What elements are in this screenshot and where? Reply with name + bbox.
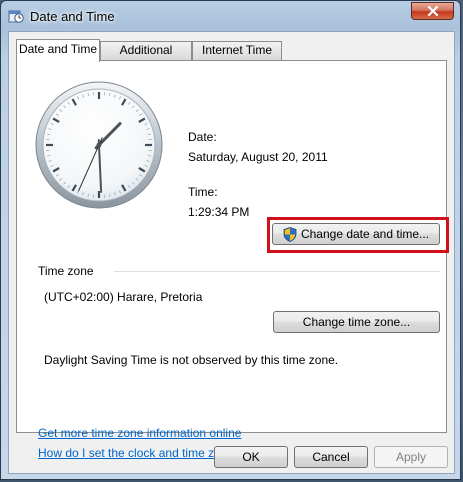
date-time-window: Date and Time Date and Time Additional C… [0,0,461,480]
cancel-button[interactable]: Cancel [294,446,368,468]
ok-button[interactable]: OK [214,446,288,468]
tab-date-and-time[interactable]: Date and Time [16,39,100,62]
dialog-client-area: Date and Time Additional Clocks Internet… [8,31,455,474]
tab-additional-clocks[interactable]: Additional Clocks [100,41,192,74]
date-time-icon [8,8,24,24]
date-label: Date: [188,130,217,144]
title-bar[interactable]: Date and Time [1,1,460,31]
time-zone-group-label: Time zone [38,264,98,278]
time-zone-value: (UTC+02:00) Harare, Pretoria [44,290,203,304]
analog-clock [35,81,163,209]
dst-note: Daylight Saving Time is not observed by … [44,353,339,367]
time-value: 1:29:34 PM [188,205,250,219]
date-value: Saturday, August 20, 2011 [188,150,328,164]
apply-button[interactable]: Apply [374,446,448,468]
group-divider [114,271,440,272]
close-button[interactable] [411,2,454,20]
clock-center [96,142,102,148]
window-title: Date and Time [30,9,115,24]
tab-internet-time[interactable]: Internet Time [192,41,282,60]
how-to-set-clock-link[interactable]: How do I set the clock and time zone? [38,446,241,460]
more-time-zone-info-link[interactable]: Get more time zone information online [38,426,241,440]
change-date-time-button[interactable]: Change date and time... [272,223,440,245]
time-label: Time: [188,185,218,199]
change-time-zone-button[interactable]: Change time zone... [273,311,440,333]
uac-shield-icon [283,226,297,242]
close-icon [427,6,438,16]
tab-panel: Date: Saturday, August 20, 2011 Time: 1:… [16,60,449,460]
change-date-time-label: Change date and time... [300,227,430,241]
